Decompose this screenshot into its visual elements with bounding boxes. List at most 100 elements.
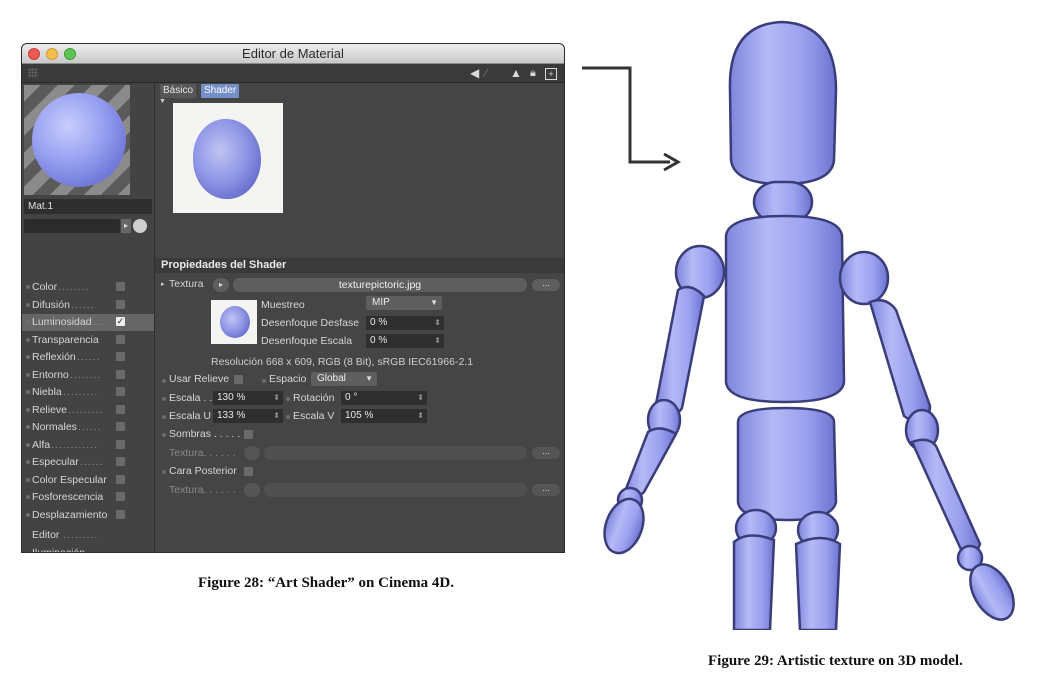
channel-label: Alfa <box>32 438 51 451</box>
animate-dot[interactable] <box>26 285 30 289</box>
animate-dot[interactable] <box>162 379 166 383</box>
leader-dots: ...... <box>78 421 102 433</box>
animate-dot[interactable] <box>26 425 30 429</box>
escala-field[interactable]: 130 % ⬍ <box>213 391 283 405</box>
textura-sombras-browse-button[interactable]: ... <box>532 447 560 459</box>
animate-dot[interactable] <box>162 415 166 419</box>
animate-dot[interactable] <box>26 460 30 464</box>
leader-dots: ......... <box>68 403 104 416</box>
tab-basico[interactable]: Básico <box>160 84 197 98</box>
channel-item[interactable]: Luminosidad ✓... <box>22 314 154 331</box>
title-bar[interactable]: Editor de Material <box>22 44 564 64</box>
texture-file-field[interactable]: texturepictoric.jpg <box>233 278 527 292</box>
channel-item[interactable]: Niebla......... <box>22 384 154 401</box>
expand-triangle-icon[interactable]: ▸ <box>161 280 165 288</box>
material-name-field[interactable]: Mat.1 <box>24 199 152 214</box>
espacio-select[interactable]: Global ▼ <box>311 372 377 386</box>
stepper-icon[interactable]: ⬍ <box>273 391 280 405</box>
picker-icon[interactable] <box>133 219 147 233</box>
animate-dot[interactable] <box>26 407 30 412</box>
animate-dot[interactable] <box>26 390 30 394</box>
textura-cara-field[interactable] <box>264 483 527 497</box>
nav-item[interactable]: Editor......... <box>22 527 154 544</box>
link-arrow-icon[interactable]: ▸ <box>121 219 131 233</box>
animate-dot[interactable] <box>26 355 30 359</box>
channel-checkbox[interactable] <box>116 492 125 501</box>
textura-sombras-field[interactable] <box>264 446 527 460</box>
drag-grip-icon[interactable] <box>28 68 38 78</box>
figure-28-caption: Figure 28: “Art Shader” on Cinema 4D. <box>198 575 454 591</box>
channel-item[interactable]: Normales...... <box>22 419 154 436</box>
channel-checkbox[interactable] <box>116 404 125 414</box>
channel-item[interactable]: Desplazamiento <box>22 507 154 524</box>
animate-dot[interactable] <box>286 415 290 419</box>
sombras-checkbox[interactable] <box>244 430 253 439</box>
arrow-up-icon[interactable]: ▲ <box>510 66 522 80</box>
channel-checkbox[interactable] <box>116 352 125 361</box>
muestreo-select[interactable]: MIP ▼ <box>366 296 442 310</box>
nav-item[interactable]: Iluminación <box>22 545 154 553</box>
stepper-icon[interactable]: ⬍ <box>273 409 280 423</box>
channel-item[interactable]: Transparencia <box>22 332 154 349</box>
channel-checkbox[interactable] <box>116 422 125 431</box>
animate-dot[interactable] <box>26 477 30 482</box>
arrow-left-icon[interactable]: ◀ <box>470 66 479 80</box>
channel-checkbox[interactable] <box>116 387 125 396</box>
channel-checkbox[interactable] <box>116 334 125 344</box>
animate-dot[interactable] <box>26 495 30 499</box>
channel-checkbox[interactable] <box>116 439 125 449</box>
animate-dot[interactable] <box>26 302 30 307</box>
channel-item[interactable]: Color........ <box>22 279 154 296</box>
collapse-triangle-icon[interactable]: ▼ <box>159 98 166 105</box>
stepper-icon[interactable]: ⬍ <box>417 409 424 423</box>
preview-sphere <box>32 93 126 187</box>
animate-dot[interactable] <box>286 397 290 401</box>
stepper-icon[interactable]: ⬍ <box>417 391 424 405</box>
animate-dot[interactable] <box>162 470 166 474</box>
rotacion-field[interactable]: 0 ° ⬍ <box>341 391 427 405</box>
texture-menu-button[interactable]: ▸ <box>213 278 229 292</box>
channel-checkbox[interactable] <box>116 474 125 484</box>
textura-cara-menu-button[interactable] <box>244 483 260 497</box>
usar-relieve-checkbox[interactable] <box>234 375 243 384</box>
cara-posterior-checkbox[interactable] <box>244 467 253 476</box>
animate-dot[interactable] <box>26 512 30 517</box>
textura-cara-browse-button[interactable]: ... <box>532 484 560 496</box>
channel-item[interactable]: Entorno........ <box>22 367 154 384</box>
texture-browse-button[interactable]: ... <box>532 279 560 291</box>
channel-item[interactable]: Color Especular <box>22 472 154 489</box>
textura-sombras-menu-button[interactable] <box>244 446 260 460</box>
animate-dot[interactable] <box>26 442 30 447</box>
animate-dot[interactable] <box>262 379 266 383</box>
animate-dot[interactable] <box>162 397 166 401</box>
channel-item[interactable]: Alfa............ <box>22 437 154 454</box>
channel-item[interactable]: Relieve......... <box>22 402 154 419</box>
channel-checkbox[interactable] <box>116 509 125 519</box>
channel-item[interactable]: Especular...... <box>22 454 154 471</box>
channel-checkbox[interactable] <box>116 282 125 291</box>
channel-checkbox[interactable]: ✓ <box>116 317 125 326</box>
textura-sombras-label: Textura. . . . . . <box>169 447 236 459</box>
material-link-field[interactable] <box>24 219 120 233</box>
channel-label: Luminosidad <box>32 316 92 328</box>
escala-u-field[interactable]: 133 % ⬍ <box>213 409 283 423</box>
desenfoque-escala-field[interactable]: 0 % ⬍ <box>366 334 444 348</box>
channel-checkbox[interactable] <box>116 457 125 466</box>
new-window-icon[interactable]: + <box>545 68 557 80</box>
animate-dot[interactable] <box>26 372 30 377</box>
channel-item[interactable]: Fosforescencia <box>22 489 154 506</box>
desenfoque-desfase-field[interactable]: 0 % ⬍ <box>366 316 444 330</box>
textura-cara-label: Textura. . . . . . <box>169 484 236 496</box>
stepper-icon[interactable]: ⬍ <box>434 316 441 330</box>
animate-dot[interactable] <box>26 337 30 342</box>
tab-shader[interactable]: Shader <box>201 84 240 98</box>
stepper-icon[interactable]: ⬍ <box>434 334 441 348</box>
channel-checkbox[interactable] <box>116 299 125 309</box>
animate-dot[interactable] <box>162 433 166 437</box>
channel-checkbox[interactable] <box>116 369 125 379</box>
lock-icon[interactable]: 🔒︎ <box>530 66 536 80</box>
animate-dot[interactable] <box>26 320 30 324</box>
channel-item[interactable]: Difusión...... <box>22 297 154 314</box>
channel-item[interactable]: Reflexión...... <box>22 349 154 366</box>
escala-v-field[interactable]: 105 % ⬍ <box>341 409 427 423</box>
